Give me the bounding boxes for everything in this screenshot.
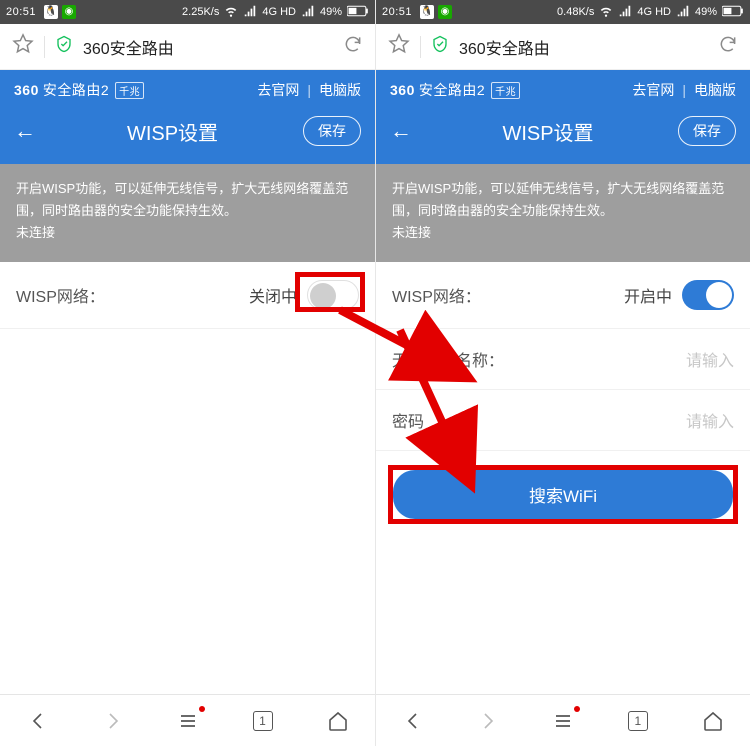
back-button[interactable]: ← xyxy=(390,118,418,144)
nav-menu[interactable] xyxy=(550,708,576,734)
nav-home[interactable] xyxy=(700,708,726,734)
nav-back[interactable] xyxy=(25,708,51,734)
bottom-nav: 1 xyxy=(376,694,750,746)
save-button[interactable]: 保存 xyxy=(303,116,361,146)
shield-icon xyxy=(431,35,449,58)
signal-icon-2 xyxy=(676,4,690,21)
wisp-label: WISP网络： xyxy=(16,283,105,307)
battery-pct: 49% xyxy=(320,6,342,18)
vertical-separator xyxy=(420,36,421,58)
password-placeholder: 请输入 xyxy=(686,408,734,432)
page-banner: 360 安全路由2 千兆 去官网 | 电脑版 ← WISP设置 保存 xyxy=(376,70,750,164)
browser-title[interactable]: 360安全路由 xyxy=(83,35,333,59)
help-description: 开启WISP功能，可以延伸无线信号，扩大无线网络覆盖范围，同时路由器的安全功能保… xyxy=(376,164,750,262)
wisp-toggle-row: WISP网络： 关闭中 xyxy=(0,262,375,329)
nav-tabs[interactable]: 1 xyxy=(625,708,651,734)
page-title: WISP设置 xyxy=(50,117,295,146)
wisp-label: WISP网络： xyxy=(392,283,481,307)
wisp-status-off: 关闭中 xyxy=(249,283,297,307)
wisp-toggle-row: WISP网络： 开启中 xyxy=(376,262,750,329)
highlight-box: 搜索WiFi xyxy=(388,465,738,524)
link-official-site[interactable]: 去官网 xyxy=(632,80,674,100)
link-official-site[interactable]: 去官网 xyxy=(257,80,299,100)
nav-tabs[interactable]: 1 xyxy=(250,708,276,734)
back-button[interactable]: ← xyxy=(14,118,42,144)
refresh-icon[interactable] xyxy=(718,34,738,59)
vertical-separator xyxy=(44,36,45,58)
nav-forward[interactable] xyxy=(100,708,126,734)
battery-pct: 49% xyxy=(695,6,717,18)
net-type: 4G HD xyxy=(637,6,671,18)
wisp-status-on: 开启中 xyxy=(624,283,672,307)
save-button[interactable]: 保存 xyxy=(678,116,736,146)
password-row[interactable]: 密码 请输入 xyxy=(376,390,750,451)
refresh-icon[interactable] xyxy=(343,34,363,59)
wifi-icon xyxy=(599,4,613,21)
status-bar: 20:51 🐧 ◉ 2.25K/s 4G HD 49% xyxy=(0,0,375,24)
ssid-row[interactable]: 无线网络名称： 请输入 xyxy=(376,329,750,390)
app-icon: ◉ xyxy=(438,5,452,19)
ssid-placeholder: 请输入 xyxy=(686,347,734,371)
signal-icon xyxy=(618,4,632,21)
wifi-icon xyxy=(224,4,238,21)
nav-menu[interactable] xyxy=(175,708,201,734)
net-speed: 2.25K/s xyxy=(182,6,219,18)
notification-dot-icon xyxy=(199,706,205,712)
notification-dot-icon xyxy=(574,706,580,712)
qq-icon: 🐧 xyxy=(44,5,58,19)
wisp-toggle[interactable] xyxy=(307,280,359,310)
status-time: 20:51 xyxy=(6,6,36,18)
page-banner: 360 安全路由2 千兆 去官网 | 电脑版 ← WISP设置 保存 xyxy=(0,70,375,164)
star-icon[interactable] xyxy=(12,33,34,60)
battery-icon xyxy=(347,5,369,20)
link-desktop[interactable]: 电脑版 xyxy=(319,80,361,100)
status-time: 20:51 xyxy=(382,6,412,18)
nav-home[interactable] xyxy=(325,708,351,734)
search-wifi-button[interactable]: 搜索WiFi xyxy=(393,470,733,519)
help-description: 开启WISP功能，可以延伸无线信号，扩大无线网络覆盖范围，同时路由器的安全功能保… xyxy=(0,164,375,262)
link-desktop[interactable]: 电脑版 xyxy=(694,80,736,100)
nav-back[interactable] xyxy=(400,708,426,734)
password-label: 密码 xyxy=(392,408,424,432)
battery-icon xyxy=(722,5,744,20)
shield-icon xyxy=(55,35,73,58)
page-title: WISP设置 xyxy=(426,117,670,146)
browser-title[interactable]: 360安全路由 xyxy=(459,35,708,59)
brand-logo: 360 安全路由2 千兆 xyxy=(390,80,520,100)
net-speed: 0.48K/s xyxy=(557,6,594,18)
star-icon[interactable] xyxy=(388,33,410,60)
wisp-toggle[interactable] xyxy=(682,280,734,310)
browser-bar: 360安全路由 xyxy=(0,24,375,70)
signal-icon xyxy=(243,4,257,21)
bottom-nav: 1 xyxy=(0,694,375,746)
status-bar: 20:51 🐧 ◉ 0.48K/s 4G HD 49% xyxy=(376,0,750,24)
app-icon: ◉ xyxy=(62,5,76,19)
ssid-label: 无线网络名称： xyxy=(392,347,504,371)
net-type: 4G HD xyxy=(262,6,296,18)
browser-bar: 360安全路由 xyxy=(376,24,750,70)
qq-icon: 🐧 xyxy=(420,5,434,19)
brand-logo: 360 安全路由2 千兆 xyxy=(14,80,144,100)
nav-forward[interactable] xyxy=(475,708,501,734)
signal-icon-2 xyxy=(301,4,315,21)
